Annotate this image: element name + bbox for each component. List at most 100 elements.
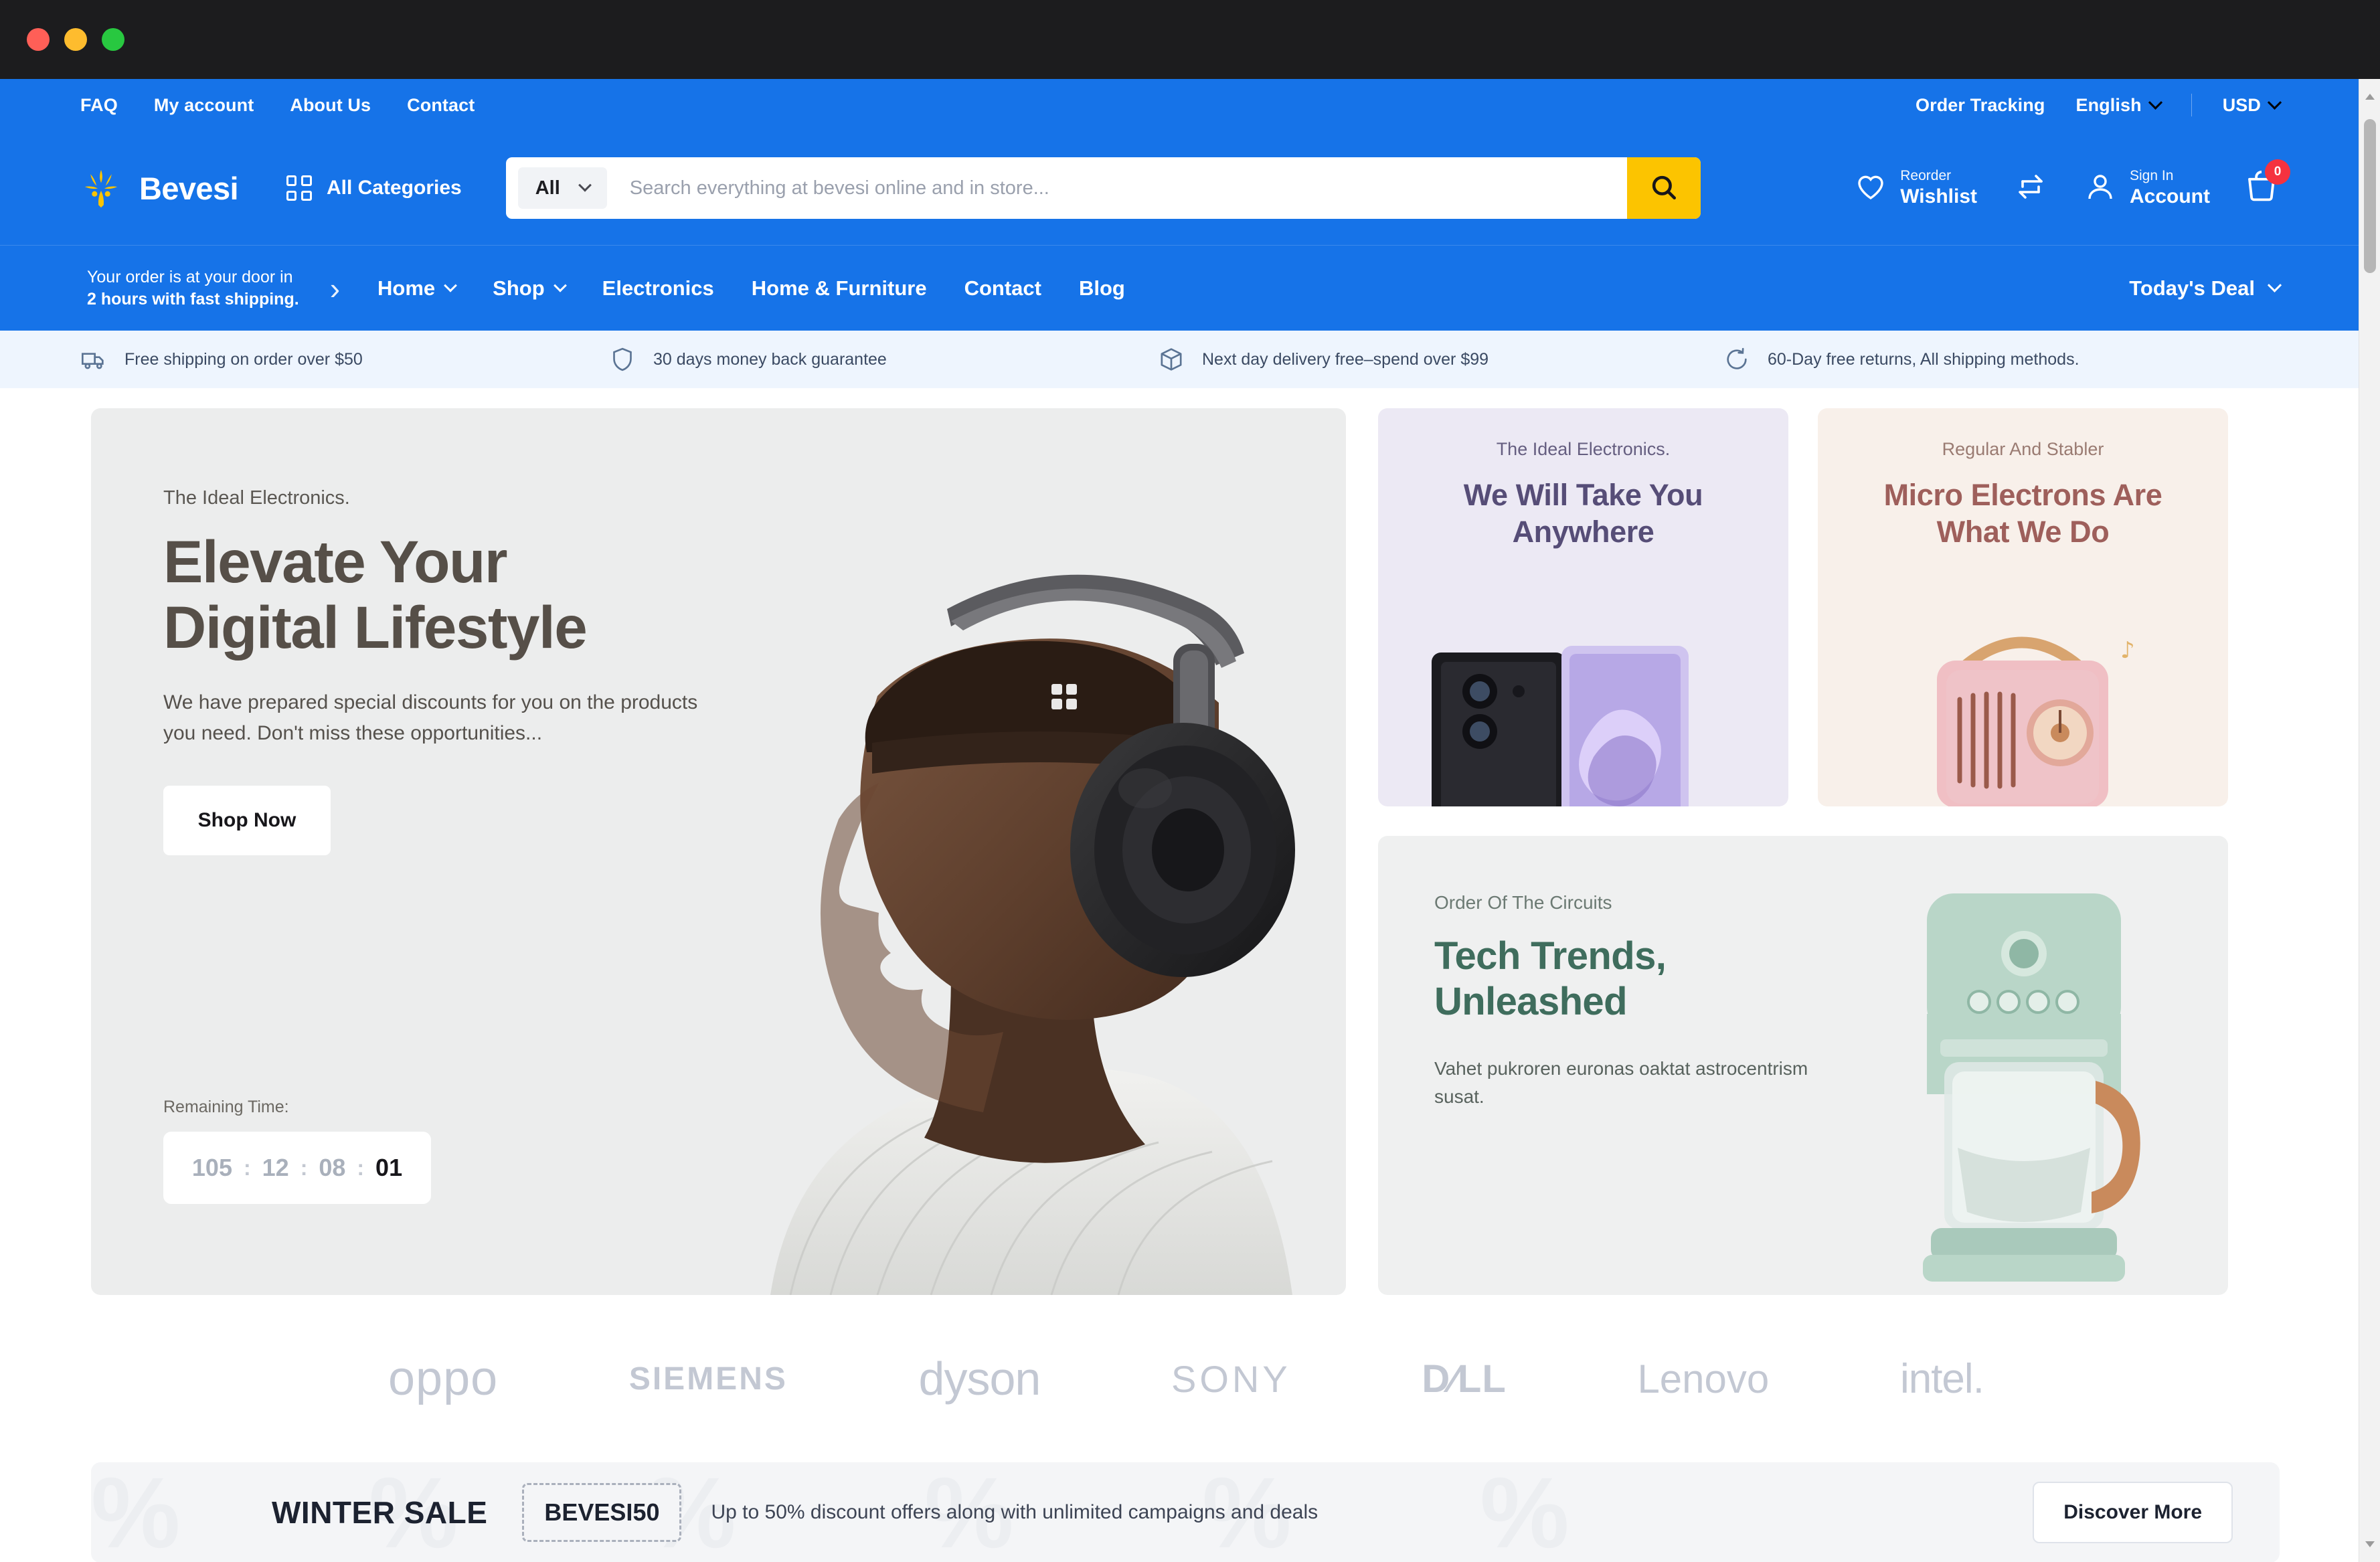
- search-scope-selector[interactable]: All: [517, 167, 607, 209]
- hero-copy: The Ideal Electronics. Elevate Your Digi…: [163, 487, 752, 855]
- all-categories-button[interactable]: All Categories: [286, 175, 462, 201]
- maximize-window-button[interactable]: [102, 28, 124, 51]
- language-label: English: [2075, 94, 2142, 115]
- nav-menu: Home Shop Electronics Home & Furniture C…: [377, 276, 1125, 300]
- shop-now-button[interactable]: Shop Now: [163, 785, 331, 855]
- hero-title-line2: Digital Lifestyle: [163, 593, 588, 661]
- benefit-next-day-delivery-text: Next day delivery free–spend over $99: [1202, 349, 1489, 369]
- coupon-code[interactable]: BEVESI50: [522, 1483, 682, 1542]
- compare-icon: [2015, 171, 2047, 206]
- user-icon: [2084, 171, 2116, 206]
- promo-cards-column: The Ideal Electronics. We Will Take You …: [1378, 408, 2228, 1295]
- utility-link-contact[interactable]: Contact: [407, 95, 475, 116]
- promo-card-tech-trends-description: Vahet pukroren euronas oaktat astrocentr…: [1434, 1057, 1808, 1108]
- chevron-down-icon: [2267, 95, 2282, 110]
- countdown-separator: :: [357, 1155, 365, 1180]
- promo-card-tech-trends[interactable]: Order Of The Circuits Tech Trends, Unlea…: [1378, 836, 2228, 1295]
- shipping-note-line2: 2 hours with fast shipping.: [87, 289, 299, 309]
- chevron-down-icon: [2267, 278, 2282, 292]
- todays-deal-dropdown[interactable]: Today's Deal: [2129, 276, 2282, 300]
- benefit-next-day-delivery: Next day delivery free–spend over $99: [1158, 346, 1723, 373]
- countdown-separator: :: [300, 1155, 308, 1180]
- site-header: Bevesi All Categories All Search everyth…: [0, 131, 2359, 245]
- scrollbar-thumb[interactable]: [2364, 119, 2376, 273]
- promo-card-micro-electrons[interactable]: Regular And Stabler Micro Electrons Are …: [1818, 408, 2228, 806]
- benefit-free-returns: 60-Day free returns, All shipping method…: [1723, 346, 2079, 373]
- nav-item-home-label: Home: [377, 276, 436, 300]
- close-window-button[interactable]: [27, 28, 50, 51]
- todays-deal-label: Today's Deal: [2129, 276, 2255, 300]
- brand-logo-dell: D∕LL: [1422, 1357, 1507, 1401]
- retro-radio-image: ♪: [1885, 626, 2166, 806]
- scroll-down-arrow-icon[interactable]: [2365, 1541, 2375, 1547]
- cart-icon: [2243, 170, 2280, 207]
- account-labels: Sign In Account: [2130, 168, 2210, 208]
- hero-kicker: The Ideal Electronics.: [163, 487, 350, 509]
- chevron-right-icon[interactable]: ›: [330, 270, 340, 307]
- promo-card-tech-trends-title-line1: Tech Trends,: [1434, 934, 1667, 978]
- search-bar: All: [505, 157, 1701, 219]
- page-content: FAQ My account About Us Contact Order Tr…: [0, 79, 2359, 1562]
- page-scrollbar[interactable]: [2359, 79, 2380, 1562]
- brand-logo-dyson: dyson: [918, 1353, 1041, 1405]
- wishlist-button[interactable]: Reorder Wishlist: [1836, 168, 1996, 208]
- nav-item-contact[interactable]: Contact: [964, 276, 1041, 300]
- account-button[interactable]: Sign In Account: [2065, 168, 2229, 208]
- promo-card-anywhere-title-line1: We Will Take You: [1463, 478, 1703, 512]
- scroll-up-arrow-icon[interactable]: [2365, 94, 2375, 100]
- nav-item-home-furniture[interactable]: Home & Furniture: [752, 276, 927, 300]
- shipping-note-line1: Your order is at your door in: [87, 267, 293, 286]
- language-selector[interactable]: English: [2075, 94, 2162, 116]
- utility-links: FAQ My account About Us Contact: [80, 95, 475, 116]
- nav-item-blog[interactable]: Blog: [1079, 276, 1125, 300]
- benefit-free-shipping-text: Free shipping on order over $50: [124, 349, 363, 369]
- promo-card-tech-trends-copy: Order Of The Circuits Tech Trends, Unlea…: [1434, 892, 1863, 1112]
- countdown-days: 105: [191, 1154, 232, 1181]
- currency-selector[interactable]: USD: [2223, 95, 2282, 116]
- order-tracking-link[interactable]: Order Tracking: [1916, 95, 2045, 116]
- refresh-icon: [1723, 346, 1750, 373]
- minimize-window-button[interactable]: [64, 28, 87, 51]
- countdown-hours: 12: [262, 1154, 289, 1181]
- promo-card-anywhere[interactable]: The Ideal Electronics. We Will Take You …: [1378, 408, 1788, 806]
- benefit-money-back-text: 30 days money back guarantee: [653, 349, 887, 369]
- promo-card-micro-electrons-title-line1: Micro Electrons Are: [1883, 478, 2162, 512]
- window-titlebar: [0, 0, 2380, 79]
- heart-icon: [1855, 171, 1887, 206]
- search-input[interactable]: [606, 177, 1627, 199]
- page-viewport: FAQ My account About Us Contact Order Tr…: [0, 79, 2380, 1562]
- brand-name: Bevesi: [139, 170, 239, 206]
- hero-section: The Ideal Electronics. Elevate Your Digi…: [0, 388, 2359, 1295]
- countdown-timer: Remaining Time: 105 : 12 : 08 : 01: [163, 1098, 431, 1204]
- wishlist-bottom-label: Wishlist: [1900, 185, 1977, 207]
- chevron-down-icon: [444, 278, 458, 292]
- wishlist-labels: Reorder Wishlist: [1900, 168, 1977, 208]
- cart-button[interactable]: 0: [2243, 159, 2290, 208]
- winter-sale-description: Up to 50% discount offers along with unl…: [711, 1501, 1319, 1523]
- benefit-free-shipping: Free shipping on order over $50: [80, 346, 609, 373]
- search-submit-button[interactable]: [1626, 157, 1701, 219]
- utility-link-faq[interactable]: FAQ: [80, 95, 118, 116]
- nav-item-electronics[interactable]: Electronics: [602, 276, 714, 300]
- promo-card-anywhere-title: We Will Take You Anywhere: [1378, 477, 1788, 551]
- countdown-box: 105 : 12 : 08 : 01: [163, 1132, 431, 1204]
- all-categories-label: All Categories: [326, 177, 462, 199]
- discover-more-button[interactable]: Discover More: [2033, 1482, 2233, 1543]
- nav-item-shop-label: Shop: [493, 276, 545, 300]
- utility-link-about-us[interactable]: About Us: [290, 95, 371, 116]
- wishlist-top-label: Reorder: [1900, 167, 1952, 183]
- window-controls[interactable]: [27, 28, 124, 51]
- chevron-down-icon: [2148, 95, 2162, 110]
- grid-icon: [286, 175, 312, 201]
- search-scope-label: All: [535, 177, 560, 199]
- nav-item-shop[interactable]: Shop: [493, 276, 567, 300]
- benefits-strip: Free shipping on order over $50 30 days …: [0, 331, 2359, 388]
- hero-banner[interactable]: The Ideal Electronics. Elevate Your Digi…: [91, 408, 1346, 1295]
- utility-link-my-account[interactable]: My account: [154, 95, 254, 116]
- nav-item-home[interactable]: Home: [377, 276, 458, 300]
- countdown-minutes: 08: [319, 1154, 346, 1181]
- site-logo[interactable]: Bevesi: [80, 167, 239, 209]
- search-icon: [1650, 173, 1678, 203]
- foldable-phone-image: [1418, 639, 1753, 806]
- compare-button[interactable]: [1996, 171, 2065, 206]
